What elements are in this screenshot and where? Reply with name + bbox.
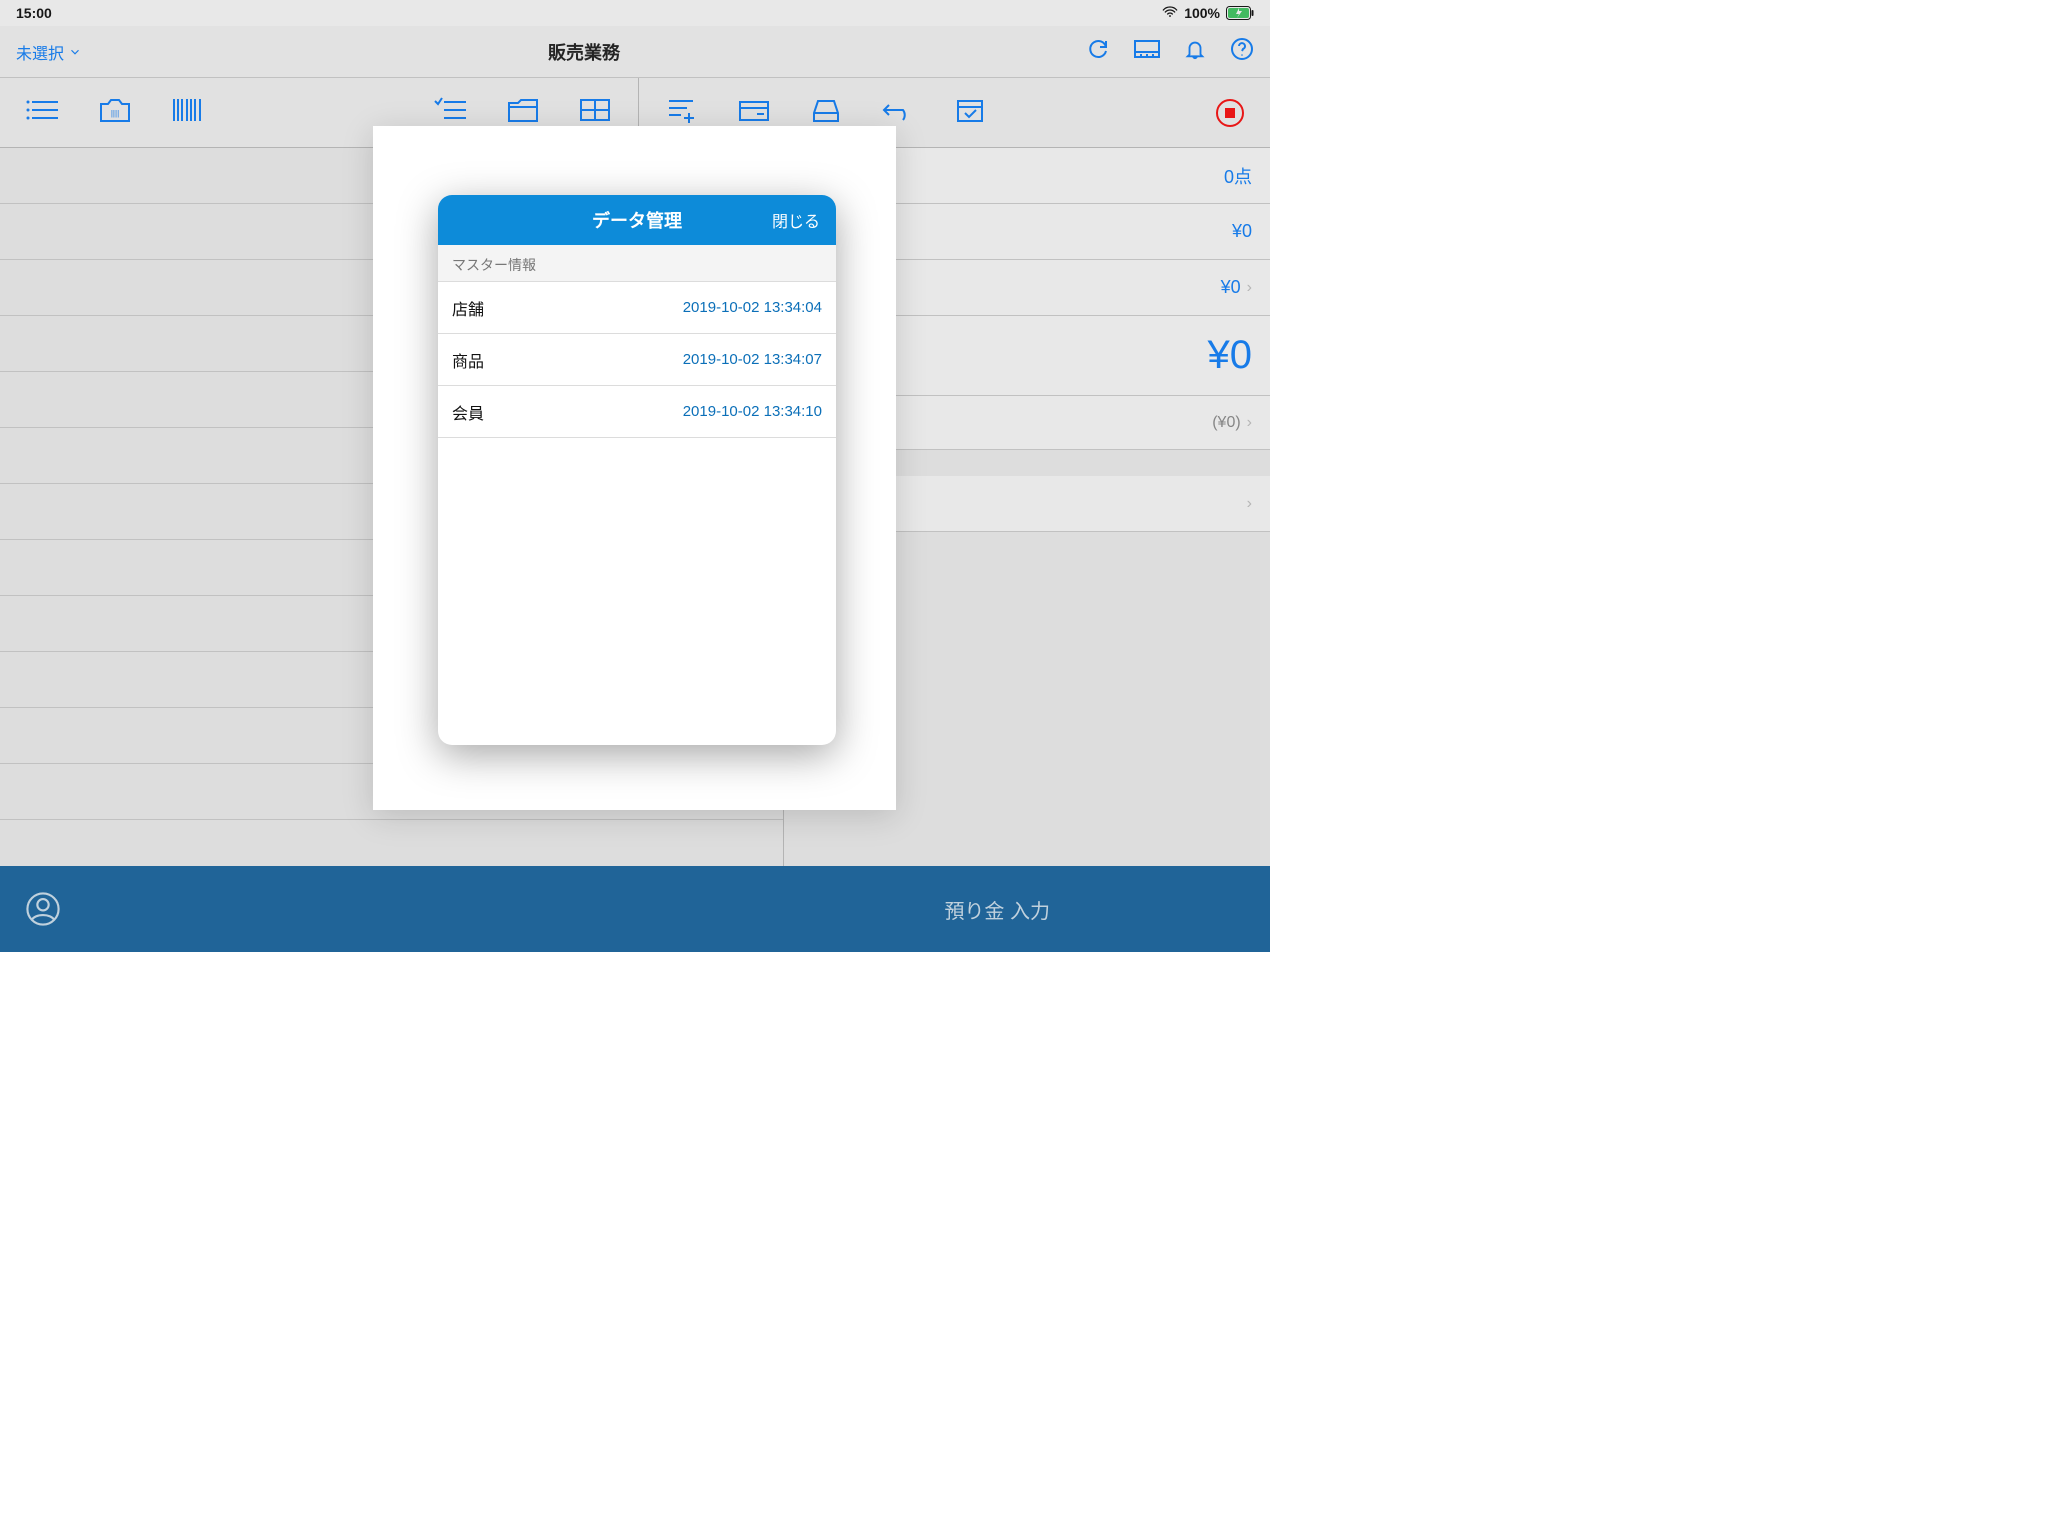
row-label: 会員 — [452, 400, 484, 424]
row-label: 店舗 — [452, 296, 484, 320]
modal-row-member[interactable]: 会員 2019-10-02 13:34:10 — [438, 386, 836, 438]
modal-row-store[interactable]: 店舗 2019-10-02 13:34:04 — [438, 282, 836, 334]
row-value: 2019-10-02 13:34:10 — [683, 403, 822, 420]
modal-close-button[interactable]: 閉じる — [772, 208, 820, 232]
row-value: 2019-10-02 13:34:04 — [683, 299, 822, 316]
modal-row-product[interactable]: 商品 2019-10-02 13:34:07 — [438, 334, 836, 386]
row-value: 2019-10-02 13:34:07 — [683, 351, 822, 368]
data-management-modal: データ管理 閉じる マスター情報 店舗 2019-10-02 13:34:04 … — [438, 195, 836, 745]
row-label: 商品 — [452, 348, 484, 372]
modal-section-header: マスター情報 — [438, 245, 836, 282]
